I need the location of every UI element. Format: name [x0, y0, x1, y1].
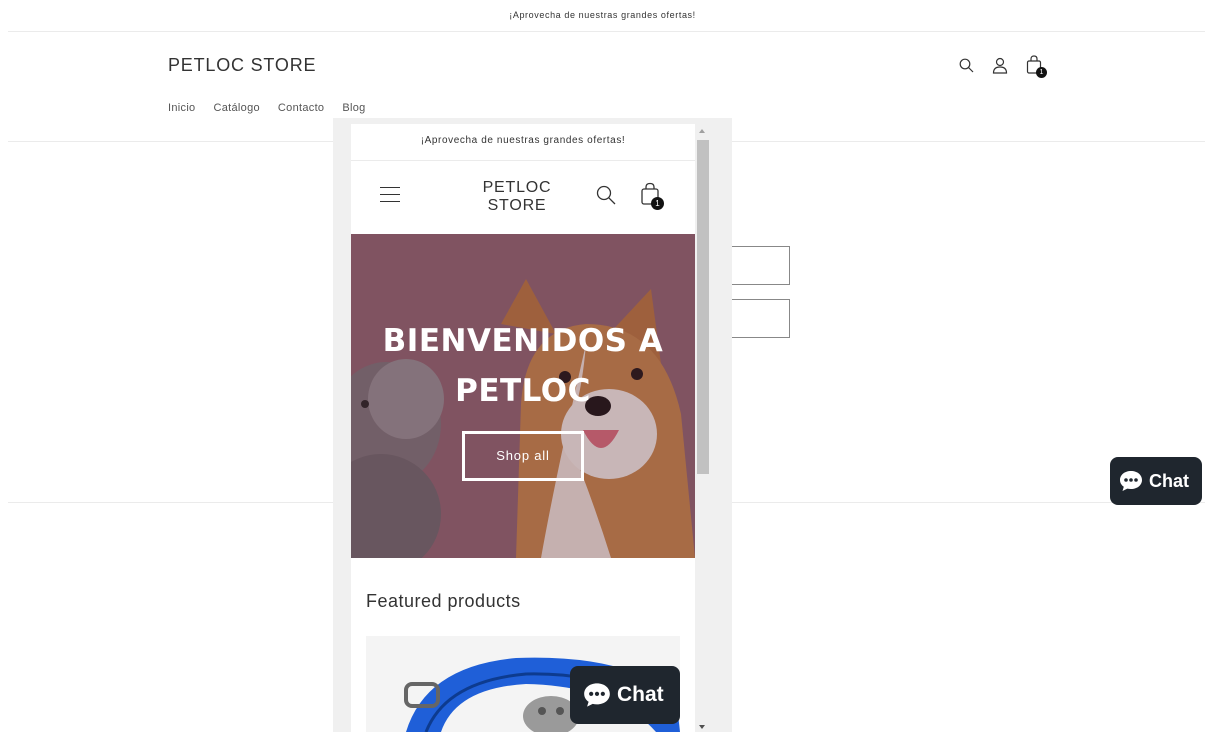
cart-count-badge: 1: [651, 197, 664, 210]
mobile-brand-line: PETLOC: [482, 179, 552, 196]
hero-title: BIENVENIDOS A PETLOC: [351, 316, 695, 416]
chat-bubble-icon: [1120, 471, 1142, 491]
mobile-brand-line: STORE: [487, 197, 547, 214]
shop-all-button[interactable]: Shop all: [462, 431, 584, 481]
cart-icon[interactable]: 1: [640, 182, 664, 210]
mobile-header: PETLOC STORE 1: [351, 161, 695, 233]
scrollbar-thumb[interactable]: [697, 140, 709, 474]
header-divider: [8, 31, 1205, 32]
announcement-bar: ¡Aprovecha de nuestras grandes ofertas!: [509, 10, 696, 20]
chat-button[interactable]: Chat: [1110, 457, 1202, 505]
featured-products-heading: Featured products: [366, 591, 521, 611]
mobile-chat-button[interactable]: Chat: [570, 666, 680, 724]
mobile-viewport[interactable]: ¡Aprovecha de nuestras grandes ofertas! …: [351, 124, 695, 732]
store-logo[interactable]: PETLOC STORE: [168, 55, 316, 76]
background-input-field[interactable]: [732, 246, 790, 285]
cart-icon[interactable]: 1: [1025, 54, 1047, 78]
scroll-up-arrow-icon[interactable]: [699, 129, 705, 133]
search-icon[interactable]: [957, 54, 975, 76]
nav-item-catalogo[interactable]: Catálogo: [213, 102, 259, 114]
search-icon[interactable]: [596, 185, 616, 210]
hamburger-menu-icon[interactable]: [380, 187, 400, 203]
hero-title-line: PETLOC: [455, 373, 591, 409]
hero-title-line: BIENVENIDOS A: [382, 323, 664, 359]
nav-item-inicio[interactable]: Inicio: [168, 102, 195, 114]
chat-button-label: Chat: [617, 683, 664, 706]
chat-bubble-icon: [584, 683, 610, 707]
cart-count-badge: 1: [1036, 67, 1047, 78]
nav-item-contacto[interactable]: Contacto: [278, 102, 324, 114]
preview-scrollbar[interactable]: [695, 124, 711, 732]
chat-button-label: Chat: [1149, 470, 1189, 491]
hero-banner: BIENVENIDOS A PETLOC Shop all: [351, 234, 695, 558]
background-input-field[interactable]: [732, 299, 790, 338]
account-icon[interactable]: [991, 54, 1009, 76]
nav-item-blog[interactable]: Blog: [342, 102, 365, 114]
scroll-down-arrow-icon[interactable]: [699, 725, 705, 729]
mobile-preview-panel: ¡Aprovecha de nuestras grandes ofertas! …: [333, 118, 732, 732]
mobile-store-logo[interactable]: PETLOC STORE: [471, 179, 563, 215]
mobile-announcement-bar: ¡Aprovecha de nuestras grandes ofertas!: [351, 124, 695, 161]
main-nav: Inicio Catálogo Contacto Blog: [168, 102, 384, 114]
header-icons: 1: [957, 54, 1047, 78]
